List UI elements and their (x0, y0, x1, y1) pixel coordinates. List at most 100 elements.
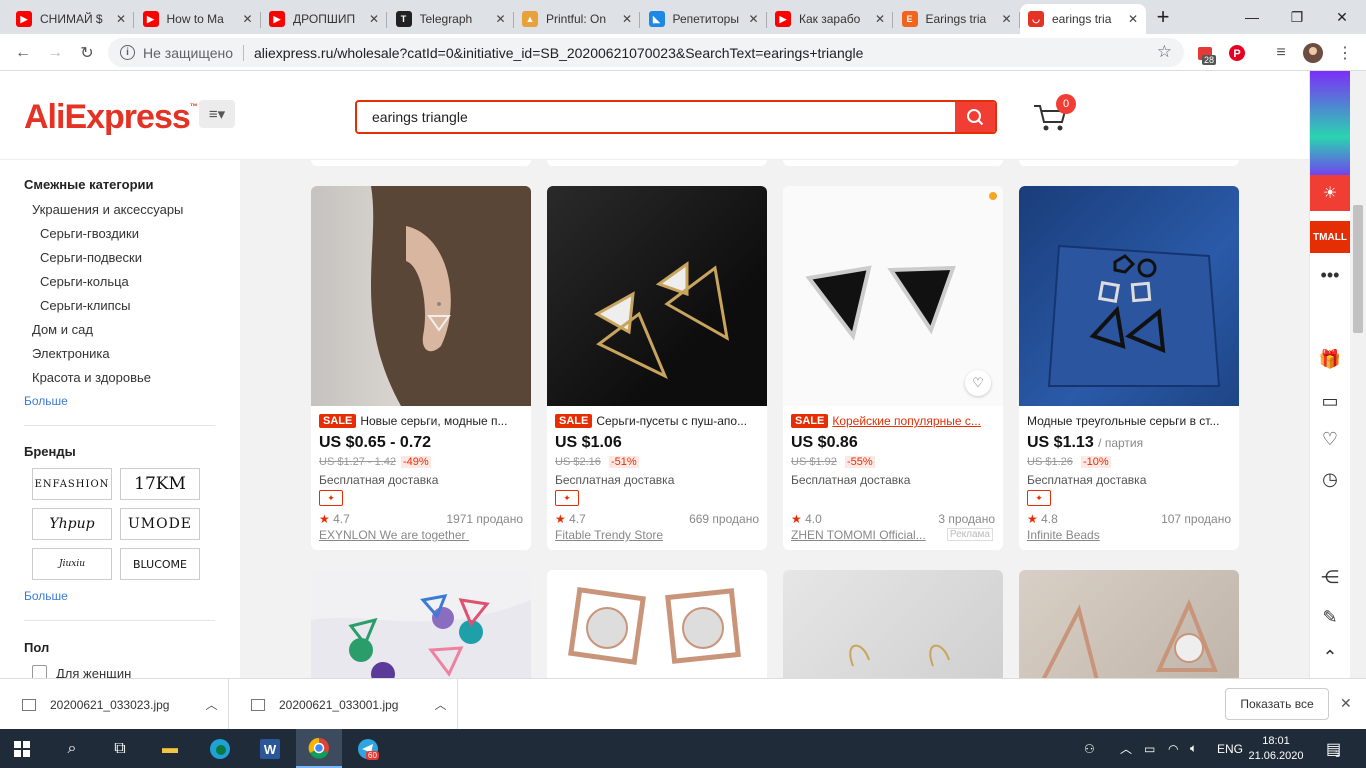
close-tab-icon[interactable]: ✕ (875, 12, 885, 26)
edge-icon[interactable] (204, 733, 236, 765)
input-language[interactable]: ENG (1217, 729, 1243, 768)
people-icon[interactable]: ⚇ (1084, 729, 1095, 768)
product-card[interactable] (1019, 570, 1239, 678)
telegram-icon[interactable]: 60 (352, 733, 384, 765)
browser-tab[interactable]: E Earings tria ✕ (894, 4, 1020, 34)
browser-tab[interactable]: ◡ earings tria ✕ (1020, 4, 1146, 34)
tmall-icon[interactable]: TMALL (1310, 221, 1350, 253)
product-image[interactable] (547, 186, 767, 406)
battery-icon[interactable]: ▭ (1144, 729, 1155, 768)
wishlist-heart-icon[interactable]: ♡ (965, 370, 991, 396)
product-card[interactable]: SALE Новые серьги, модные п... US $0.65 -… (311, 186, 531, 550)
store-link[interactable]: Infinite Beads (1027, 528, 1100, 542)
browser-tab[interactable]: ◣ Репетиторы ✕ (641, 4, 767, 34)
download-item[interactable]: 20200621_033023.jpg ︿ (0, 679, 229, 730)
categories-menu-button[interactable]: ≡▾ (199, 100, 235, 128)
category-link[interactable]: Электроника (32, 346, 110, 361)
browser-tab[interactable]: ▶ How to Ma ✕ (135, 4, 261, 34)
close-tab-icon[interactable]: ✕ (369, 12, 379, 26)
product-card[interactable] (783, 570, 1003, 678)
minimize-button[interactable]: — (1230, 0, 1274, 34)
close-tab-icon[interactable]: ✕ (622, 12, 632, 26)
product-title[interactable]: Модные треугольные серьги в ст... (1027, 414, 1219, 428)
category-link[interactable]: Серьги-гвоздики (40, 226, 139, 241)
product-image[interactable] (1019, 570, 1239, 678)
store-link[interactable]: Fitable Trendy Store (555, 528, 663, 542)
product-card[interactable] (311, 570, 531, 678)
close-tab-icon[interactable]: ✕ (1001, 12, 1011, 26)
page-scrollbar[interactable] (1350, 71, 1366, 678)
chevron-up-icon[interactable]: ︿ (205, 696, 217, 713)
browser-tab[interactable]: ▶ ДРОПШИП ✕ (261, 4, 387, 34)
cart-button[interactable]: 0 (1032, 94, 1076, 136)
close-tab-icon[interactable]: ✕ (748, 12, 758, 26)
browser-tab[interactable]: ▶ СНИМАЙ $ ✕ (8, 4, 134, 34)
category-link[interactable]: Дом и сад (32, 322, 93, 337)
brand-logo[interactable]: BLUCOME (120, 548, 200, 580)
file-explorer-icon[interactable]: ▬ (154, 733, 186, 765)
maximize-button[interactable]: ❐ (1275, 0, 1319, 34)
brand-logo[interactable]: Yhpup (32, 508, 112, 540)
store-link[interactable]: ZHEN TOMOMI Official... (791, 528, 926, 542)
product-card[interactable] (547, 570, 767, 678)
product-title[interactable]: Новые серьги, модные п... (360, 414, 507, 428)
category-link[interactable]: Серьги-кольца (40, 274, 129, 289)
new-tab-button[interactable]: + (1141, 0, 1185, 34)
browser-tab[interactable]: ▲ Printful: On ✕ (514, 4, 640, 34)
back-to-top-icon[interactable]: ⌃ (1310, 639, 1350, 675)
product-image[interactable] (311, 570, 531, 678)
browser-tab[interactable]: ▶ Как зарабо ✕ (767, 4, 893, 34)
close-window-button[interactable]: ✕ (1320, 0, 1364, 34)
category-link[interactable]: Серьги-клипсы (40, 298, 131, 313)
product-card[interactable]: Модные треугольные серьги в ст... US $1.… (1019, 186, 1239, 550)
back-icon[interactable]: ← (10, 40, 36, 66)
category-link[interactable]: Украшения и аксессуары (32, 202, 183, 217)
wifi-icon[interactable]: ◠ (1168, 729, 1178, 768)
clock[interactable]: 18:01 21.06.2020 (1248, 729, 1303, 768)
brand-logo[interactable]: Jiuxiu (32, 548, 112, 580)
brand-logo[interactable]: 17KM (120, 468, 200, 500)
promo-icon[interactable]: ☀ (1310, 175, 1350, 211)
more-dots-icon[interactable]: ••• (1310, 257, 1350, 293)
word-icon[interactable]: W (254, 733, 286, 765)
forward-icon[interactable]: → (42, 40, 68, 66)
brand-logo[interactable]: UMODE (120, 508, 200, 540)
address-bar[interactable]: i Не защищено aliexpress.ru/wholesale?ca… (108, 38, 1184, 67)
bookmark-star-icon[interactable]: ☆ (1157, 42, 1172, 62)
coupon-icon[interactable]: ▭ (1310, 383, 1350, 419)
brand-logo[interactable]: ENFASHION (32, 468, 112, 500)
close-tab-icon[interactable]: ✕ (1128, 12, 1138, 26)
category-link[interactable]: Красота и здоровье (32, 370, 151, 385)
volume-icon[interactable]: 🔈︎ (1190, 729, 1197, 768)
categories-more-link[interactable]: Больше (24, 394, 68, 408)
wishlist-icon[interactable]: ♡ (1310, 421, 1350, 457)
brands-more-link[interactable]: Больше (24, 589, 68, 603)
share-icon[interactable]: ⋲ (1310, 559, 1350, 595)
media-queue-icon[interactable]: ≡ (1268, 40, 1294, 66)
chrome-taskbar-icon[interactable] (296, 729, 342, 768)
windows-start-icon[interactable] (6, 733, 38, 765)
product-image[interactable]: ♡ (783, 186, 1003, 406)
product-image[interactable] (783, 570, 1003, 678)
download-item[interactable]: 20200621_033001.jpg ︿ (229, 679, 458, 730)
more-menu-icon[interactable]: ⋮ (1332, 40, 1358, 66)
product-title[interactable]: Корейские популярные с... (832, 414, 981, 428)
promo-banner[interactable] (1310, 71, 1350, 181)
show-all-downloads-button[interactable]: Показать все (1225, 688, 1329, 720)
product-card[interactable]: SALE Серьги-пусеты с пуш-апо... US $1.06 … (547, 186, 767, 550)
scrollbar-thumb[interactable] (1353, 205, 1363, 333)
product-title[interactable]: Серьги-пусеты с пуш-апо... (596, 414, 747, 428)
close-downloads-icon[interactable]: ✕ (1340, 695, 1352, 712)
search-input[interactable] (357, 102, 955, 132)
product-image[interactable] (547, 570, 767, 678)
close-tab-icon[interactable]: ✕ (116, 12, 126, 26)
browser-tab[interactable]: T Telegraph ✕ (388, 4, 514, 34)
pinterest-icon[interactable]: P (1224, 40, 1250, 66)
search-button[interactable] (955, 102, 995, 132)
notifications-icon[interactable]: ▤ 3 (1326, 729, 1341, 768)
task-view-icon[interactable]: ⧉ (104, 733, 136, 765)
product-image[interactable] (1019, 186, 1239, 406)
close-tab-icon[interactable]: ✕ (495, 12, 505, 26)
avatar[interactable] (1300, 40, 1326, 66)
close-tab-icon[interactable]: ✕ (242, 12, 252, 26)
